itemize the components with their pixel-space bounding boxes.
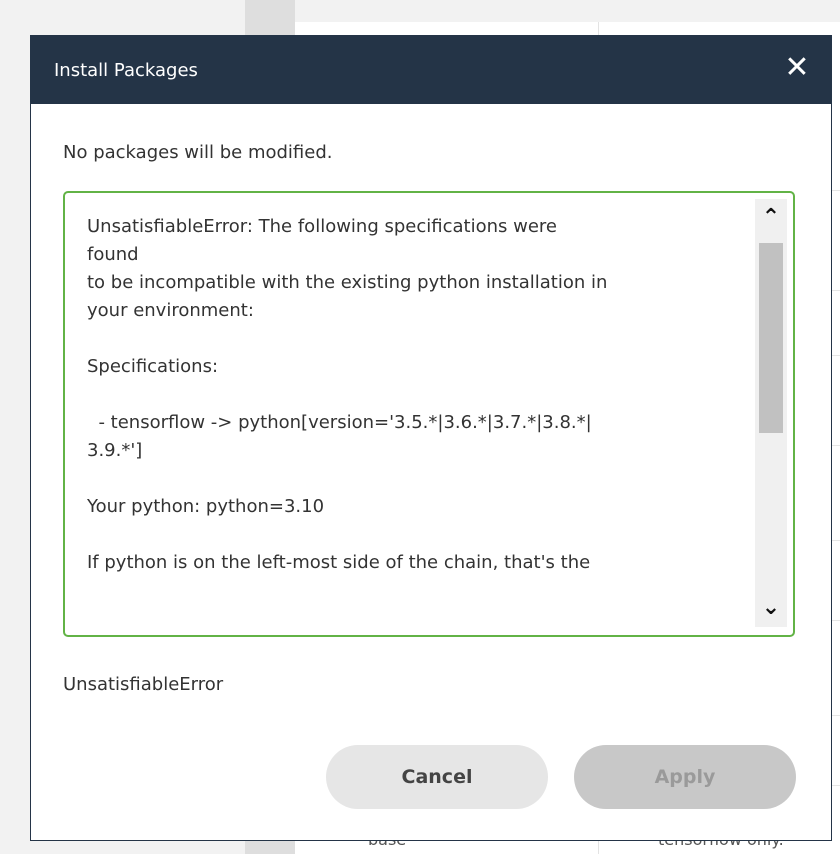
- summary-text: No packages will be modified.: [63, 142, 333, 163]
- close-icon[interactable]: ✕: [779, 50, 815, 86]
- error-details-box: UnsatisfiableError: The following specif…: [63, 191, 795, 637]
- error-line: Your python: python=3.10: [87, 496, 325, 517]
- error-line: [87, 325, 737, 353]
- scroll-up-icon[interactable]: ⌃: [755, 199, 787, 237]
- error-type-label: UnsatisfiableError: [63, 674, 224, 695]
- cancel-button[interactable]: Cancel: [326, 745, 548, 809]
- app-window: base tensorflow only. Install Packages ✕…: [0, 0, 840, 854]
- apply-button[interactable]: Apply: [574, 745, 796, 809]
- error-details-text: UnsatisfiableError: The following specif…: [87, 213, 737, 577]
- error-scrollbar[interactable]: ⌃ ⌄: [755, 199, 787, 627]
- error-line: to be incompatible with the existing pyt…: [87, 272, 608, 293]
- error-line: If python is on the left-most side of th…: [87, 552, 591, 573]
- error-line: - tensorflow -> python[version='3.5.*|3.…: [87, 412, 592, 433]
- error-line: [87, 381, 737, 409]
- error-line: [87, 521, 737, 549]
- error-line: your environment:: [87, 300, 254, 321]
- dialog-header: Install Packages ✕: [31, 36, 831, 104]
- error-line: found: [87, 244, 139, 265]
- install-packages-dialog: Install Packages ✕ No packages will be m…: [30, 35, 832, 841]
- scroll-thumb[interactable]: [759, 243, 783, 433]
- scroll-down-icon[interactable]: ⌄: [755, 589, 787, 627]
- error-line: 3.9.*']: [87, 440, 143, 461]
- error-line: [87, 465, 737, 493]
- dialog-title: Install Packages: [54, 60, 198, 81]
- error-line: UnsatisfiableError: The following specif…: [87, 216, 557, 237]
- error-line: Specifications:: [87, 356, 219, 377]
